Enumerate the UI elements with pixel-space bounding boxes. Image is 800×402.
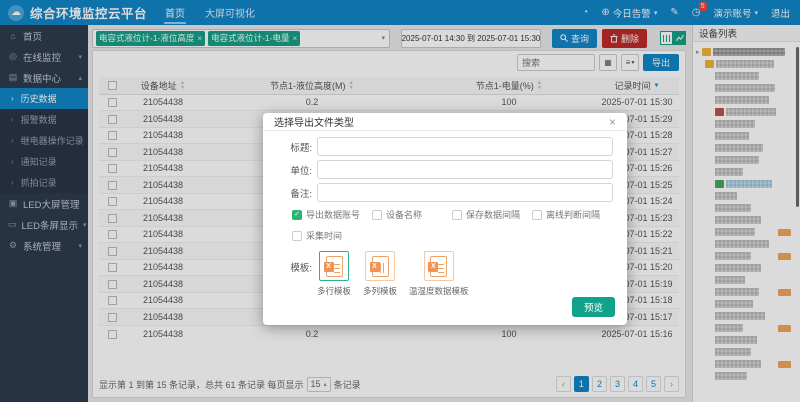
excel-lines-icon bbox=[380, 263, 386, 273]
excel-template-icon[interactable]: X bbox=[365, 251, 395, 281]
field-label: 标题: bbox=[277, 140, 317, 154]
text-input[interactable] bbox=[317, 137, 613, 156]
excel-lines-icon bbox=[438, 263, 444, 273]
excel-x-badge: X bbox=[428, 262, 438, 272]
template-option-label: 多行模板 bbox=[317, 285, 351, 297]
export-option-label: 采集时间 bbox=[306, 229, 342, 242]
export-option[interactable]: 设备名称 bbox=[372, 208, 452, 221]
template-option[interactable]: X 多列模板 bbox=[363, 251, 397, 297]
form-row: 单位: bbox=[277, 160, 613, 179]
modal-body: 标题: 单位: 备注: ✓ 导出数据账号 设备名称 保存数据间隔 离线判断间隔采集时间 模板… bbox=[263, 131, 627, 297]
checkbox-icon[interactable] bbox=[532, 210, 542, 220]
excel-x-badge: X bbox=[324, 262, 334, 272]
modal-form: 标题: 单位: 备注: bbox=[277, 137, 613, 202]
field-label: 备注: bbox=[277, 186, 317, 200]
modal-footer: 预览 bbox=[572, 297, 615, 317]
template-option[interactable]: X 多行模板 bbox=[317, 251, 351, 297]
export-option-label: 导出数据账号 bbox=[306, 208, 360, 221]
excel-doc-icon: X bbox=[430, 256, 447, 277]
checkbox-icon[interactable] bbox=[372, 210, 382, 220]
export-type-modal: 选择导出文件类型 × 标题: 单位: 备注: ✓ 导出数据账号 设备名称 保存数据间隔 离线… bbox=[263, 113, 627, 325]
excel-lines-icon bbox=[334, 263, 340, 273]
excel-doc-icon: X bbox=[326, 256, 343, 277]
text-input[interactable] bbox=[317, 183, 613, 202]
app-screen: ☁ 综合环境监控云平台 首页大屏可视化 ◔ ⊕ 今日告警 ▾ ✎ ◷ 5 演示账… bbox=[0, 0, 800, 402]
preview-button[interactable]: 预览 bbox=[572, 297, 615, 317]
checkbox-checked-icon[interactable]: ✓ bbox=[292, 210, 302, 220]
checkbox-icon[interactable] bbox=[452, 210, 462, 220]
template-option[interactable]: X 温湿度数据模板 bbox=[409, 251, 469, 297]
excel-x-badge: X bbox=[370, 262, 380, 272]
checkbox-icon[interactable] bbox=[292, 231, 302, 241]
excel-template-icon[interactable]: X bbox=[424, 251, 454, 281]
template-option-label: 多列模板 bbox=[363, 285, 397, 297]
modal-checkbox-group: ✓ 导出数据账号 设备名称 保存数据间隔 离线判断间隔采集时间 bbox=[292, 208, 614, 250]
template-label: 模板: bbox=[277, 251, 317, 297]
template-option-label: 温湿度数据模板 bbox=[409, 285, 469, 297]
form-row: 标题: bbox=[277, 137, 613, 156]
text-input[interactable] bbox=[317, 160, 613, 179]
export-option[interactable]: 离线判断间隔 bbox=[532, 208, 612, 221]
template-options: X 多行模板 X 多列模板 X 温湿度数据模板 bbox=[317, 251, 469, 297]
close-icon[interactable]: × bbox=[609, 116, 616, 128]
export-option-label: 离线判断间隔 bbox=[546, 208, 600, 221]
excel-template-icon[interactable]: X bbox=[319, 251, 349, 281]
modal-title: 选择导出文件类型 bbox=[274, 114, 354, 129]
field-label: 单位: bbox=[277, 163, 317, 177]
form-row: 备注: bbox=[277, 183, 613, 202]
export-option-label: 设备名称 bbox=[386, 208, 422, 221]
modal-header: 选择导出文件类型 × bbox=[263, 113, 627, 131]
template-row: 模板: X 多行模板 X 多列模板 X 温湿度数据模板 bbox=[277, 251, 613, 297]
export-option-label: 保存数据间隔 bbox=[466, 208, 520, 221]
export-option[interactable]: 采集时间 bbox=[292, 229, 372, 242]
excel-doc-icon: X bbox=[372, 256, 389, 277]
export-option[interactable]: ✓ 导出数据账号 bbox=[292, 208, 372, 221]
export-option[interactable]: 保存数据间隔 bbox=[452, 208, 532, 221]
